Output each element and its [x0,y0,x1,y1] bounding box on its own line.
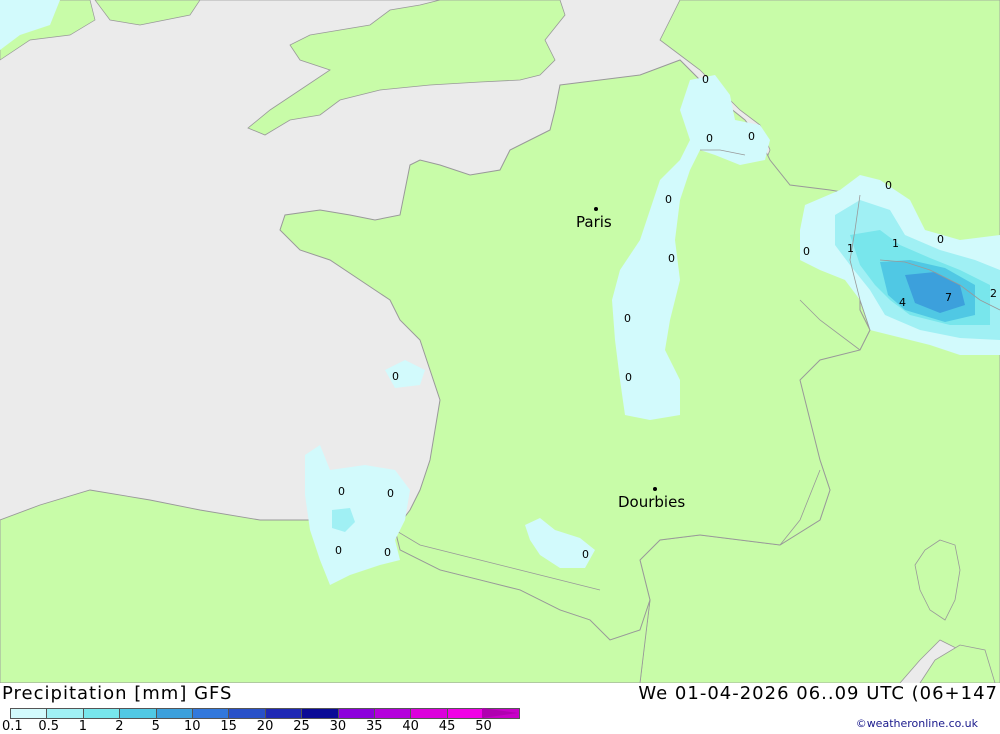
legend-swatch [119,708,156,719]
legend-tick-label: 45 [438,719,456,734]
value-label: 0 [625,371,632,384]
value-label: 0 [384,546,391,559]
city-dot-dourbies [653,487,657,491]
legend-swatch [155,708,192,719]
legend-tick-label: 40 [402,719,419,734]
legend-swatch [191,708,229,719]
value-label: 0 [748,130,755,143]
legend-arrow-icon [482,708,518,718]
legend-swatch [410,708,447,719]
value-label: 0 [706,132,713,145]
legend-swatch [264,708,302,719]
map-footer: Precipitation [mm] GFS We 01-04-2026 06.… [0,683,1000,734]
legend-tick-label: 20 [256,719,274,734]
precipitation-map: Paris Dourbies 0 0 0 0 0 0 0 0 0 0 0 0 0… [0,0,1000,683]
value-label: 2 [990,287,997,300]
legend-tick-label: 1 [78,719,88,734]
value-label: 4 [899,296,906,309]
value-label: 7 [945,291,952,304]
legend-swatch [373,708,411,719]
legend-tick-label: 35 [366,719,383,734]
valid-time: We 01-04-2026 06..09 UTC (06+147 [638,683,998,704]
city-label-dourbies: Dourbies [618,493,685,511]
product-title: Precipitation [mm] GFS [2,683,233,704]
credit-link[interactable]: ©weatheronline.co.uk [856,717,978,730]
legend-swatch [301,708,338,719]
legend-swatch [10,708,47,719]
legend-swatch [337,708,374,719]
legend-tick-label: 25 [293,719,310,734]
legend-tick-label: 10 [184,719,201,734]
value-label: 0 [582,548,589,561]
value-label: 0 [335,544,342,557]
map-canvas: Paris Dourbies 0 0 0 0 0 0 0 0 0 0 0 0 0… [0,0,1000,683]
legend-tick-label: 15 [220,719,237,734]
legend-tick-labels: 0.1 0.5 1 2 5 10 15 20 25 30 35 40 45 50 [0,719,520,734]
legend-tick-label: 50 [475,719,492,734]
value-label: 0 [665,193,672,206]
value-label: 0 [885,179,892,192]
value-label: 0 [338,485,345,498]
legend-swatch [446,708,484,719]
value-label: 0 [392,370,399,383]
legend-swatch [82,708,120,719]
legend-tick-label: 5 [151,719,160,734]
legend-tick-label: 0.1 [2,719,23,734]
value-label: 0 [624,312,631,325]
legend-tick-label: 30 [329,719,347,734]
legend-tick-label: 2 [115,719,124,734]
value-label: 0 [702,73,709,86]
city-label-paris: Paris [576,213,612,231]
legend-swatch [46,708,83,719]
value-label: 0 [803,245,810,258]
value-label: 0 [937,233,944,246]
color-legend [10,708,521,719]
value-label: 0 [387,487,394,500]
city-dot-paris [594,207,598,211]
legend-swatch [228,708,265,719]
value-label: 0 [668,252,675,265]
value-label: 1 [847,242,854,255]
legend-tick-label: 0.5 [38,719,60,734]
value-label: 1 [892,237,899,250]
